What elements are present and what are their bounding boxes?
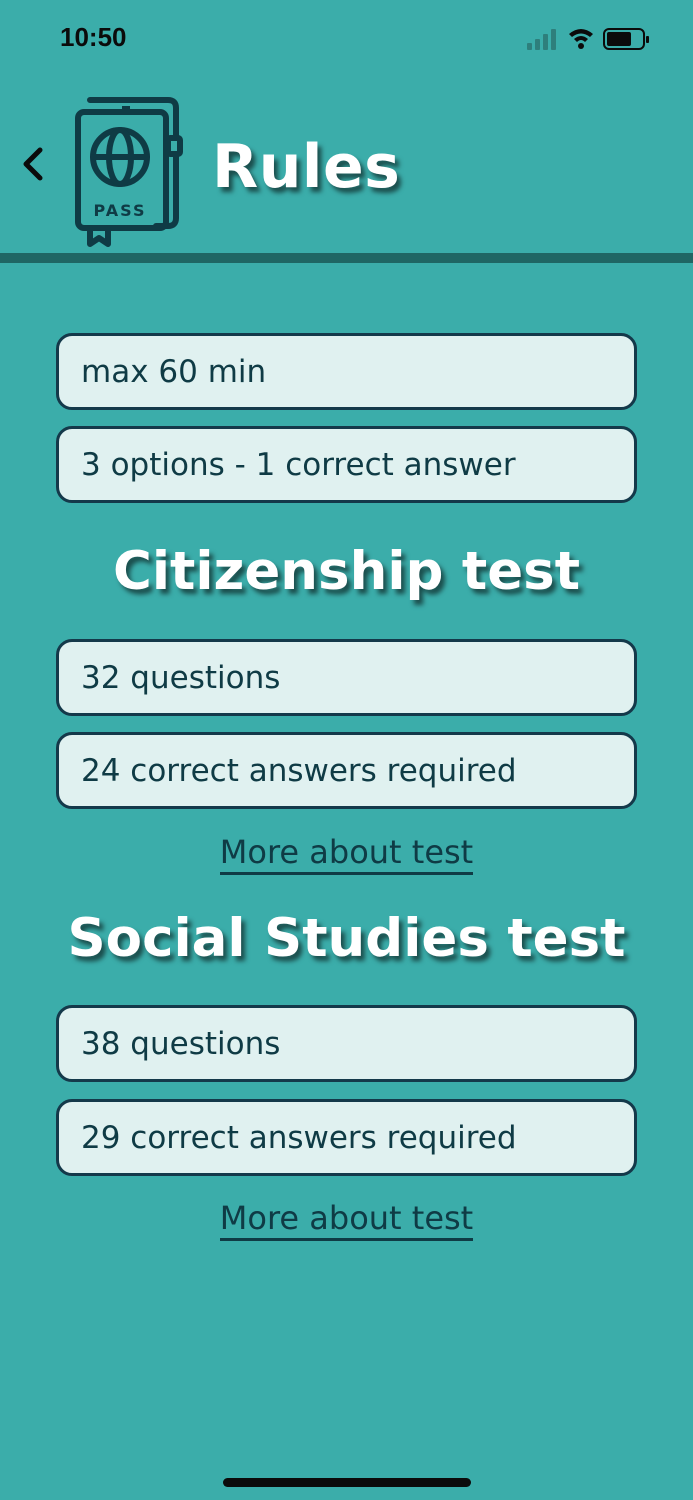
rule-text: max 60 min — [81, 353, 267, 390]
section-title-citizenship: Citizenship test — [112, 541, 581, 602]
passport-label: PASS — [94, 201, 147, 220]
status-icons — [527, 26, 657, 52]
link-label: More about test — [219, 833, 474, 875]
home-indicator[interactable] — [223, 1478, 471, 1487]
rule-card-required: 24 correct answers required — [56, 732, 637, 809]
rule-card-options: 3 options - 1 correct answer — [56, 426, 637, 503]
section-title-social-studies: Social Studies test — [67, 908, 626, 969]
more-about-social-studies-link[interactable]: More about test — [0, 1199, 693, 1241]
chevron-left-icon — [23, 147, 43, 181]
rule-card-questions: 32 questions — [56, 639, 637, 716]
wifi-icon — [569, 29, 593, 49]
rule-text: 38 questions — [81, 1025, 281, 1062]
link-label: More about test — [219, 1199, 474, 1241]
passport-icon: PASS — [70, 94, 190, 249]
header: PASS Rules — [0, 80, 693, 255]
back-button[interactable] — [14, 140, 54, 188]
rule-text: 29 correct answers required — [81, 1119, 517, 1156]
status-time: 10:50 — [60, 22, 127, 52]
page-title: Rules — [212, 132, 401, 202]
rule-card-questions: 38 questions — [56, 1005, 637, 1082]
rule-card-required: 29 correct answers required — [56, 1099, 637, 1176]
rule-text: 24 correct answers required — [81, 752, 517, 789]
header-divider — [0, 253, 693, 263]
rule-text: 32 questions — [81, 659, 281, 696]
rule-text: 3 options - 1 correct answer — [81, 446, 516, 483]
rule-card-time-limit: max 60 min — [56, 333, 637, 410]
signal-icon — [527, 29, 556, 50]
battery-icon — [603, 28, 649, 50]
status-bar: 10:50 — [0, 0, 693, 80]
more-about-citizenship-link[interactable]: More about test — [0, 833, 693, 875]
